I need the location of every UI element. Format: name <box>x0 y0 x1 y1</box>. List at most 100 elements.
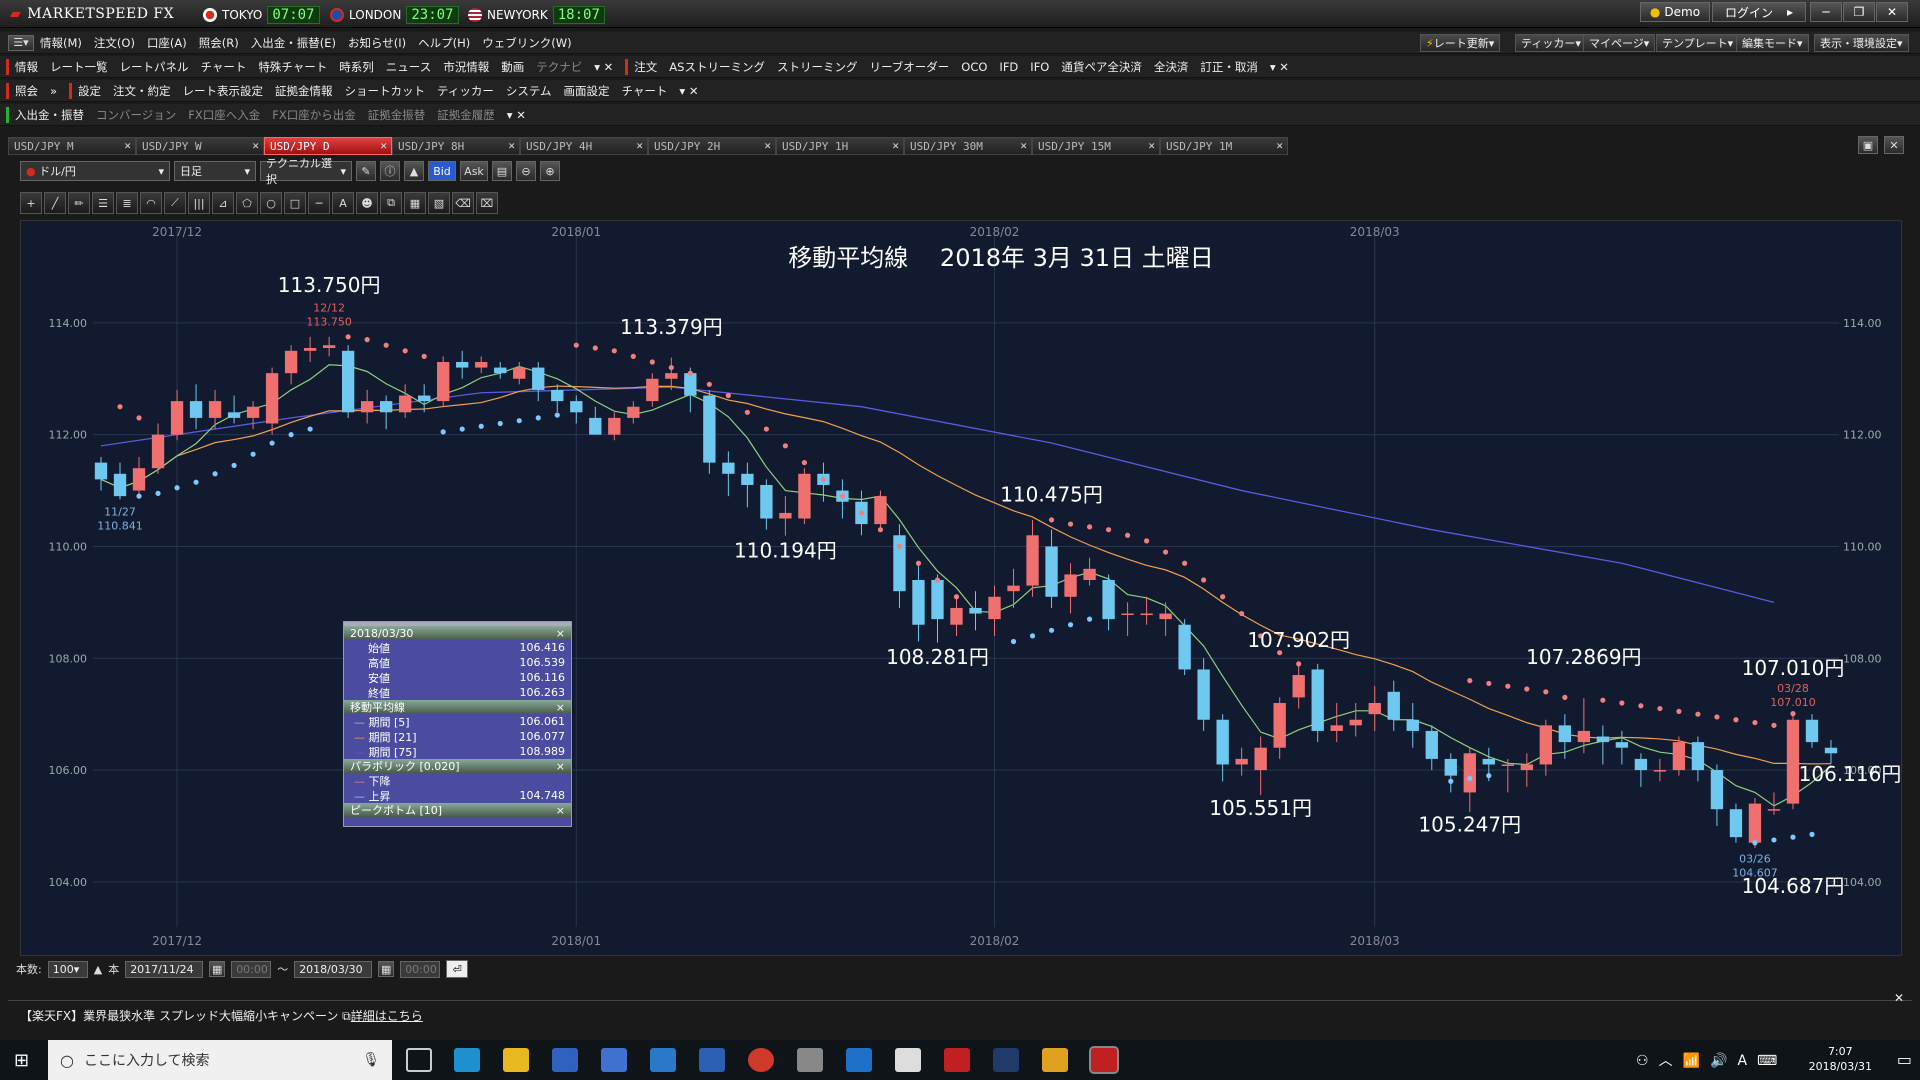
volume-icon[interactable]: 🔊 <box>1710 1053 1737 1069</box>
area-chart-button[interactable]: ▲ <box>404 161 424 181</box>
toolbar-dropdown-icon[interactable]: ▾ ✕ <box>588 60 619 74</box>
copy-tool[interactable]: ⧉ <box>380 192 402 214</box>
candlestick-chart[interactable]: 114.00 114.00 112.00 112.00 110.00 110.00 108.… <box>21 221 1903 957</box>
toolbar-item[interactable]: チャート <box>616 83 674 99</box>
tab-close-icon[interactable]: ✕ <box>124 139 131 152</box>
app-icon[interactable] <box>601 1048 627 1072</box>
tab-usd-jpy-15m[interactable]: USD/JPY 15M ✕ <box>1032 137 1160 155</box>
menu-help[interactable]: ヘルプ(H) <box>412 35 476 51</box>
task-view-icon[interactable] <box>406 1048 432 1072</box>
apply-range-button[interactable]: ⏎ <box>446 960 469 978</box>
close-icon[interactable]: × <box>556 760 565 773</box>
maximize-button[interactable]: ❐ <box>1843 2 1875 22</box>
people-icon[interactable]: ⚇ <box>1636 1053 1659 1069</box>
circle-tool[interactable]: ○ <box>260 192 282 214</box>
keyboard-icon[interactable]: ⌨ <box>1757 1053 1787 1069</box>
notification-icon[interactable]: ▭ <box>1897 1050 1912 1069</box>
to-date-input[interactable]: 2018/03/30 <box>294 960 373 978</box>
word-icon[interactable] <box>699 1048 725 1072</box>
parallel-lines-tool[interactable]: ☰ <box>92 192 114 214</box>
count-input[interactable]: 100 ▾ <box>47 960 88 978</box>
taskbar-search[interactable]: ○ ここに入力して検索 🎙 <box>48 1040 392 1080</box>
marketspeed-icon[interactable] <box>944 1048 970 1072</box>
crosshair-tool[interactable]: + <box>20 192 42 214</box>
toolbar-item[interactable]: ニュース <box>380 59 437 75</box>
channel-tool[interactable]: ≣ <box>116 192 138 214</box>
timeframe-select[interactable]: 日足 ▾ <box>174 161 256 181</box>
toolbar-item[interactable]: 証拠金情報 <box>269 83 339 99</box>
stepper-up-icon[interactable]: ▲ <box>94 963 102 976</box>
ie-icon[interactable] <box>454 1048 480 1072</box>
tab-usd-jpy-m[interactable]: USD/JPY M ✕ <box>8 137 136 155</box>
mypage-dropdown-button[interactable]: マイページ ▾ <box>1583 34 1656 52</box>
currency-pair-select[interactable]: ● ドル/円 ▾ <box>20 161 170 181</box>
marketspeed-fx-icon[interactable] <box>1089 1046 1119 1074</box>
pen-button[interactable]: ✎ <box>356 161 376 181</box>
menu-deposit[interactable]: 入出金・振替(E) <box>245 35 342 51</box>
bid-toggle[interactable]: Bid <box>428 161 456 181</box>
tab-usd-jpy-w[interactable]: USD/JPY W ✕ <box>136 137 264 155</box>
ime-icon[interactable]: A <box>1737 1053 1757 1069</box>
tab-close-icon[interactable]: ✕ <box>508 139 515 152</box>
news-link[interactable]: 詳細はこちら <box>351 1009 423 1023</box>
toolbar-item[interactable]: ショートカット <box>339 83 432 99</box>
toolbar-item[interactable]: 全決済 <box>1148 59 1195 75</box>
toolbar-item[interactable]: システム <box>500 83 558 99</box>
tab-usd-jpy-30m[interactable]: USD/JPY 30M ✕ <box>904 137 1032 155</box>
toolbar-item[interactable]: IFD <box>993 60 1024 74</box>
toolbar-overflow-icon[interactable]: » <box>44 84 63 98</box>
chrome-icon[interactable] <box>748 1048 774 1072</box>
tab-close-icon[interactable]: ✕ <box>1020 139 1027 152</box>
toolbar-item[interactable]: リーブオーダー <box>863 59 955 75</box>
ticker-dropdown-button[interactable]: ティッカー ▾ <box>1515 34 1587 52</box>
menu-inquiry[interactable]: 照会(R) <box>193 35 245 51</box>
store-icon[interactable] <box>552 1048 578 1072</box>
maximize-chart-button[interactable]: ▣ <box>1858 136 1878 154</box>
network-icon[interactable]: 📶 <box>1683 1053 1710 1069</box>
toolbar-dropdown-icon[interactable]: ▾ ✕ <box>501 108 532 122</box>
app-icon[interactable] <box>993 1048 1019 1072</box>
toolbar-item[interactable]: レートパネル <box>114 59 195 75</box>
menu-order[interactable]: 注文(O) <box>88 35 141 51</box>
toolbar-item[interactable]: レート一覧 <box>44 59 114 75</box>
eraser-tool[interactable]: ⌫ <box>452 192 474 214</box>
edge-icon[interactable] <box>846 1048 872 1072</box>
login-button[interactable]: ログイン ▸ <box>1712 2 1806 22</box>
toolbar-item[interactable]: IFO <box>1024 60 1055 74</box>
chart-area[interactable]: 114.00 114.00 112.00 112.00 110.00 110.00 108.… <box>20 220 1902 956</box>
zoom-in-button[interactable]: ⊕ <box>540 161 560 181</box>
close-icon[interactable]: × <box>556 627 565 640</box>
taskbar-clock[interactable]: 7:07 2018/03/31 <box>1809 1044 1872 1074</box>
select-tool[interactable]: ▧ <box>428 192 450 214</box>
toolbar-item[interactable]: 動画 <box>495 59 530 75</box>
tab-close-icon[interactable]: ✕ <box>892 139 899 152</box>
menu-account[interactable]: 口座(A) <box>141 35 193 51</box>
toolbar-item[interactable]: 通貨ペア全決済 <box>1055 59 1148 75</box>
tab-close-icon[interactable]: ✕ <box>636 139 643 152</box>
toolbar-item[interactable]: チャート <box>195 59 253 75</box>
toolbar-item[interactable]: 画面設定 <box>558 83 616 99</box>
toolbar-item[interactable]: OCO <box>955 60 993 74</box>
template-dropdown-button[interactable]: テンプレート ▾ <box>1656 34 1740 52</box>
toolbar-dropdown-icon[interactable]: ▾ ✕ <box>1264 60 1295 74</box>
tab-close-icon[interactable]: ✕ <box>252 139 259 152</box>
app-icon[interactable] <box>1042 1048 1068 1072</box>
minimize-button[interactable]: ─ <box>1810 2 1842 22</box>
app-icon[interactable] <box>650 1048 676 1072</box>
zoom-out-button[interactable]: ⊖ <box>516 161 536 181</box>
toolbar-item[interactable]: 時系列 <box>333 59 380 75</box>
calendar-button[interactable]: ▦ <box>378 961 395 977</box>
windows-start-icon[interactable]: ⊞ <box>14 1050 29 1071</box>
tab-usd-jpy-1m[interactable]: USD/JPY 1M ✕ <box>1160 137 1288 155</box>
arc-tool[interactable]: ◠ <box>140 192 162 214</box>
erase-all-tool[interactable]: ⌧ <box>476 192 498 214</box>
toolbar-item[interactable]: ASストリーミング <box>663 59 771 75</box>
toolbar-item[interactable]: 特殊チャート <box>252 59 333 75</box>
tab-usd-jpy-2h[interactable]: USD/JPY 2H ✕ <box>648 137 776 155</box>
system-tray[interactable]: ⚇︿📶🔊A⌨ <box>1636 1050 1787 1070</box>
tab-usd-jpy-1h[interactable]: USD/JPY 1H ✕ <box>776 137 904 155</box>
rate-update-button[interactable]: ⚡ レート更新 ▾ <box>1420 34 1501 52</box>
tab-usd-jpy-8h[interactable]: USD/JPY 8H ✕ <box>392 137 520 155</box>
tab-usd-jpy-4h[interactable]: USD/JPY 4H ✕ <box>520 137 648 155</box>
to-time-input[interactable]: 00:00 <box>400 960 441 978</box>
